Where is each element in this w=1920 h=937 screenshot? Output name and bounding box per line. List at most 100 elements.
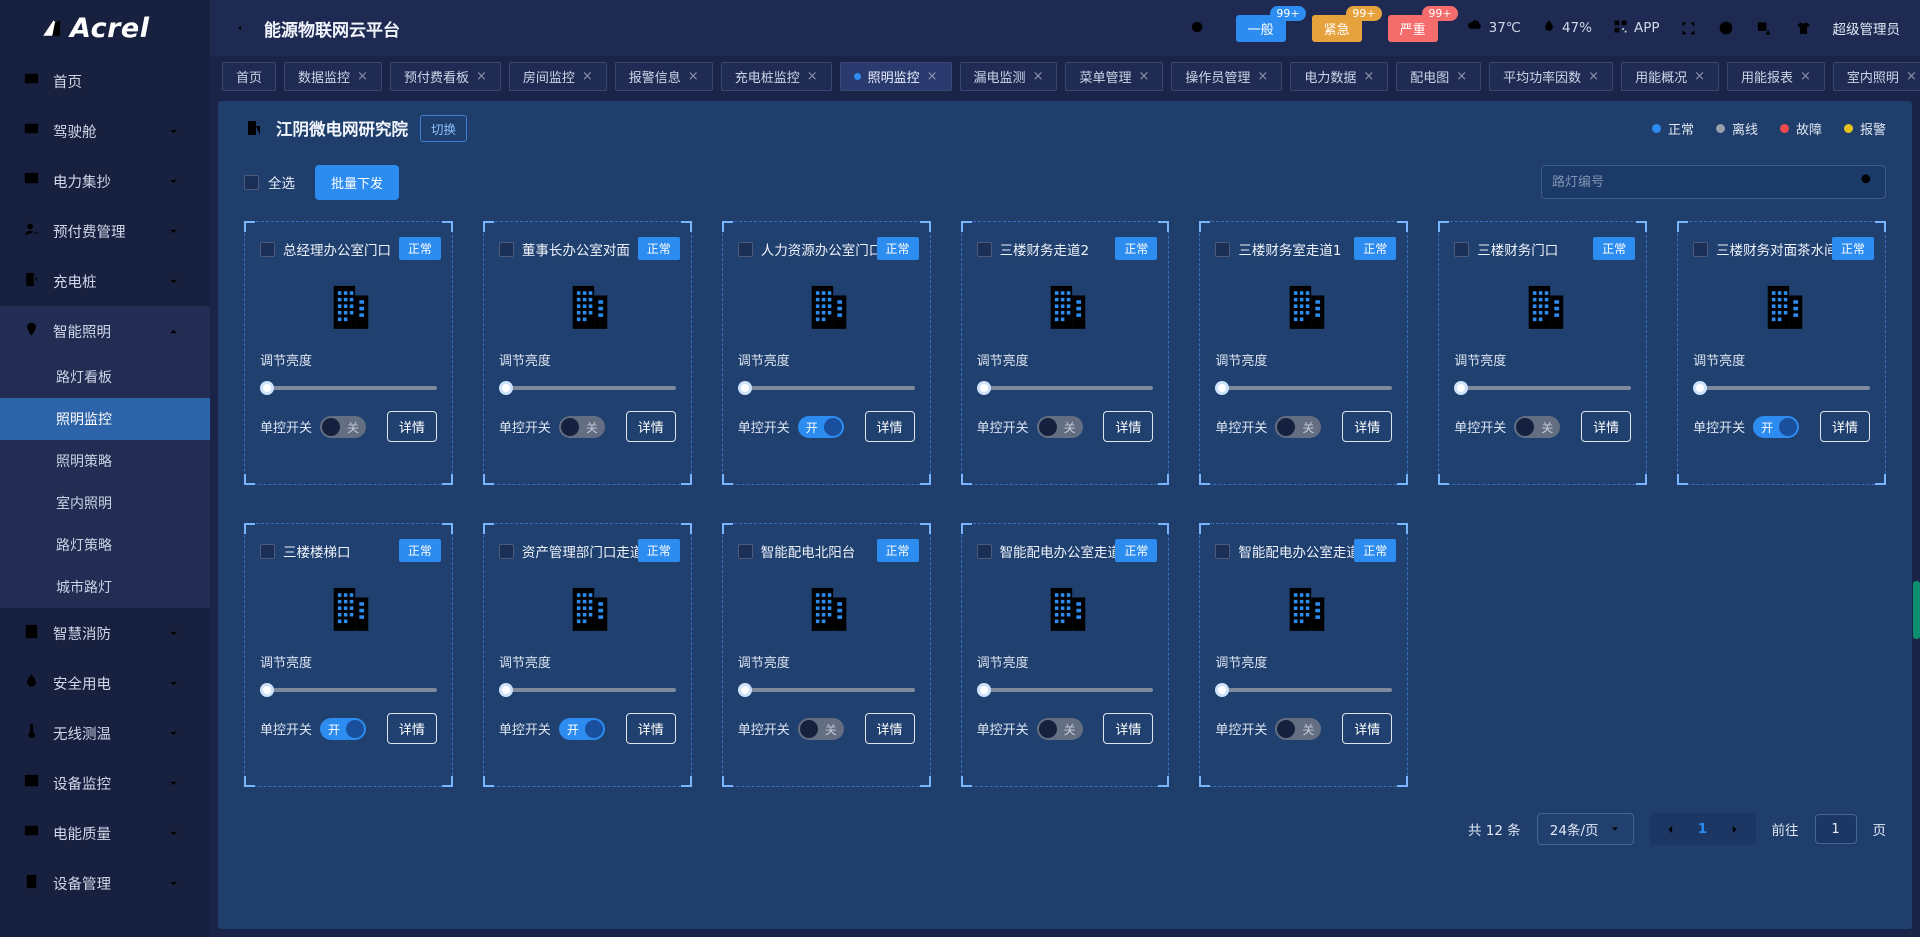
tab-照明监控[interactable]: 照明监控 × [839,61,952,91]
tab-close-icon[interactable]: × [476,70,487,83]
slider-thumb[interactable] [1215,683,1230,697]
sidebar-item-无线测温[interactable]: 无线测温 [0,708,210,758]
brightness-slider[interactable] [1215,381,1393,395]
tab-漏电监测[interactable]: 漏电监测 × [959,61,1058,91]
prev-page-icon[interactable] [1656,823,1686,836]
slider-thumb[interactable] [260,381,274,395]
sidebar-item-设备监控[interactable]: 设备监控 [0,758,210,808]
brightness-slider[interactable] [498,683,676,697]
tab-close-icon[interactable]: × [807,70,818,83]
tab-电力数据[interactable]: 电力数据 × [1290,61,1389,91]
slider-thumb[interactable] [1693,381,1708,395]
slider-thumb[interactable] [737,683,752,697]
sidebar-item-智慧消防[interactable]: 智慧消防 [0,608,210,658]
slider-thumb[interactable] [1215,381,1230,395]
tab-close-icon[interactable]: × [1456,70,1467,83]
tab-close-icon[interactable]: × [1588,70,1599,83]
sidebar-item-智能照明[interactable]: 智能照明 [0,306,210,356]
slider-thumb[interactable] [498,683,513,697]
goto-page-input[interactable] [1814,814,1857,844]
fullscreen-icon[interactable] [1680,20,1697,37]
select-all-checkbox[interactable] [244,174,259,190]
tab-close-icon[interactable]: × [1694,70,1705,83]
tab-报警信息[interactable]: 报警信息 × [614,61,713,91]
tab-首页[interactable]: 首页 [222,61,277,91]
card-checkbox[interactable] [498,241,514,257]
slider-thumb[interactable] [976,683,991,697]
tab-close-icon[interactable]: × [582,70,593,83]
detail-button[interactable]: 详情 [864,411,915,442]
tab-用能报表[interactable]: 用能报表 × [1727,61,1825,91]
detail-button[interactable]: 详情 [625,713,676,744]
detail-button[interactable]: 详情 [386,713,437,744]
card-checkbox[interactable] [260,543,275,559]
brightness-slider[interactable] [976,683,1154,697]
tab-close-icon[interactable]: × [1033,70,1044,83]
sidebar-item-设备管理[interactable]: 设备管理 [0,858,210,908]
slider-thumb[interactable] [498,381,513,395]
card-checkbox[interactable] [737,241,753,257]
batch-dispatch-button[interactable]: 批量下发 [315,164,400,200]
tab-室内照明[interactable]: 室内照明 × [1832,61,1920,91]
vertical-scrollbar-thumb[interactable] [1913,581,1920,639]
alarm-badge-紧急[interactable]: 紧急 99+ [1311,5,1382,42]
detail-button[interactable]: 详情 [864,713,915,744]
help-icon[interactable] [1717,19,1735,37]
sidebar-subitem-照明监控[interactable]: 照明监控 [0,398,210,440]
power-toggle[interactable]: 开 [558,717,605,740]
sidebar-subitem-路灯策略[interactable]: 路灯策略 [0,524,210,566]
tab-close-icon[interactable]: × [688,70,699,83]
brightness-slider[interactable] [1693,381,1870,395]
card-checkbox[interactable] [976,241,992,257]
tab-平均功率因数[interactable]: 平均功率因数 × [1489,61,1614,91]
site-switch-button[interactable]: 切换 [420,114,468,142]
search-icon[interactable] [1189,19,1208,38]
sidebar-item-预付费管理[interactable]: 预付费管理 [0,206,210,256]
tab-close-icon[interactable]: × [1138,70,1149,83]
slider-thumb[interactable] [737,381,752,395]
power-toggle[interactable]: 关 [1036,717,1083,740]
sidebar-subitem-照明策略[interactable]: 照明策略 [0,440,210,482]
tab-close-icon[interactable]: × [1800,70,1811,83]
detail-button[interactable]: 详情 [1819,411,1870,442]
detail-button[interactable]: 详情 [625,411,676,442]
card-checkbox[interactable] [498,543,514,559]
brightness-slider[interactable] [737,683,915,697]
brightness-slider[interactable] [1215,683,1393,697]
sidebar-subitem-室内照明[interactable]: 室内照明 [0,482,210,524]
tab-close-icon[interactable]: × [1257,70,1268,83]
alarm-badge-一般[interactable]: 一般 99+ [1235,5,1306,42]
power-toggle[interactable]: 关 [1275,717,1322,740]
card-checkbox[interactable] [737,543,753,559]
brightness-slider[interactable] [260,683,437,697]
theme-icon[interactable] [1794,19,1813,38]
sidebar-item-电力集抄[interactable]: 电力集抄 [0,156,210,206]
power-toggle[interactable]: 开 [1753,415,1800,438]
language-icon[interactable] [1755,19,1774,38]
tab-用能概况[interactable]: 用能概况 × [1621,61,1719,91]
sidebar-item-充电桩[interactable]: 充电桩 [0,256,210,306]
tab-数据监控[interactable]: 数据监控 × [284,61,382,91]
detail-button[interactable]: 详情 [1103,411,1154,442]
current-page[interactable]: 1 [1686,821,1720,837]
tab-close-icon[interactable]: × [357,70,368,83]
slider-thumb[interactable] [260,683,274,697]
sidebar-subitem-路灯看板[interactable]: 路灯看板 [0,356,210,398]
slider-thumb[interactable] [1454,381,1469,395]
slider-thumb[interactable] [976,381,991,395]
sidebar-item-驾驶舱[interactable]: 驾驶舱 [0,106,210,156]
current-user[interactable]: 超级管理员 [1833,18,1901,38]
power-toggle[interactable]: 关 [1036,415,1083,438]
power-toggle[interactable]: 关 [320,415,367,438]
power-toggle[interactable]: 关 [1514,415,1561,438]
sidebar-subitem-城市路灯[interactable]: 城市路灯 [0,566,210,608]
lamp-number-input[interactable] [1552,174,1859,190]
detail-button[interactable]: 详情 [1342,411,1393,442]
card-checkbox[interactable] [260,241,275,257]
brightness-slider[interactable] [976,381,1154,395]
detail-button[interactable]: 详情 [386,411,437,442]
tab-close-icon[interactable]: × [1906,70,1917,83]
tab-close-icon[interactable]: × [1363,70,1374,83]
tab-预付费看板[interactable]: 预付费看板 × [389,61,501,91]
power-toggle[interactable]: 关 [1275,415,1322,438]
